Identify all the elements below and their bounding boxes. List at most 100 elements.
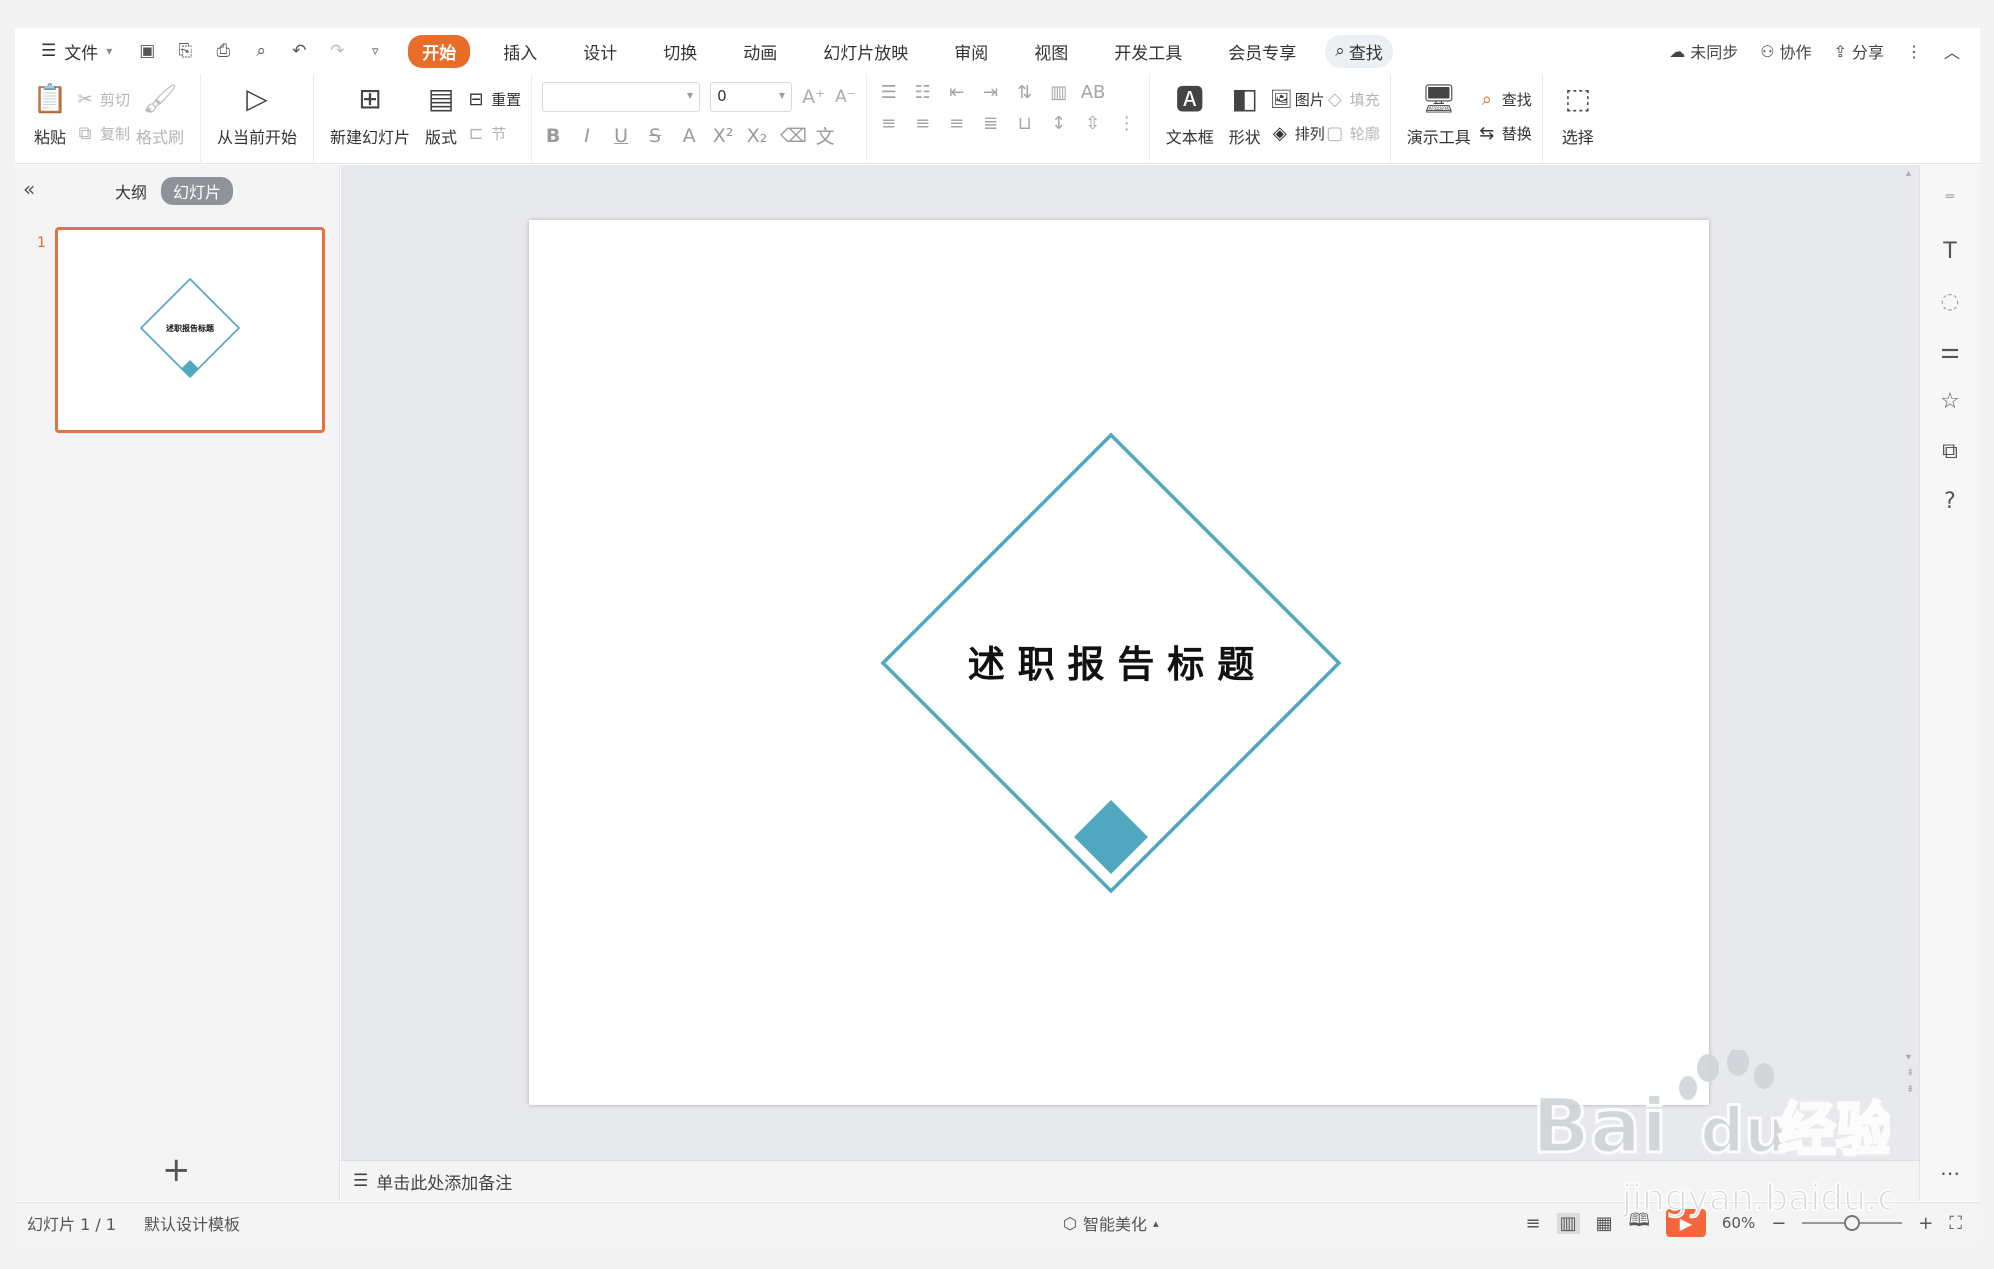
tab-developer[interactable]: 开发工具 <box>1101 35 1195 68</box>
next-page-icon[interactable]: ⇟ <box>1906 1082 1914 1098</box>
format-painter-button[interactable]: 🖌 格式刷 <box>130 78 190 162</box>
collapse-ribbon-icon[interactable]: ︿ <box>1944 39 1960 63</box>
text-style-icon[interactable]: T <box>1943 239 1956 265</box>
new-slide-button[interactable]: ⊞ 新建幻灯片 <box>324 78 416 162</box>
phonetic-icon[interactable]: 文 <box>814 122 836 149</box>
reading-view-icon[interactable]: 🕮 <box>1629 1208 1650 1238</box>
superscript-icon[interactable]: X² <box>712 125 734 147</box>
text-fit-icon[interactable]: AB <box>1081 82 1106 103</box>
tab-design[interactable]: 设计 <box>570 35 630 68</box>
decrease-indent-icon[interactable]: ⇤ <box>945 82 969 103</box>
template-name[interactable]: 默认设计模板 <box>144 1211 240 1235</box>
notes-toggle-icon[interactable]: ≡ <box>1526 1213 1541 1234</box>
tab-member[interactable]: 会员专享 <box>1215 35 1309 68</box>
arrange-button[interactable]: ◈ 排列 <box>1270 120 1325 146</box>
scroll-down-icon[interactable]: ▾ <box>1906 1050 1914 1066</box>
more-vertical-icon[interactable]: ⋮ <box>1906 42 1922 61</box>
paragraph-spacing-icon[interactable]: ⇳ <box>1081 113 1105 134</box>
font-color-icon[interactable]: A <box>678 125 700 147</box>
zoom-slider[interactable] <box>1802 1215 1903 1231</box>
print-icon[interactable]: ⎙ <box>210 38 236 64</box>
tab-outline[interactable]: 大纲 <box>115 179 147 203</box>
idea-bulb-icon[interactable]: ◌ <box>1940 289 1959 315</box>
slide-canvas[interactable]: 述 职 报 告 标 题 <box>529 220 1709 1105</box>
find-button[interactable]: ⌕ 查找 <box>1477 86 1532 112</box>
numbering-icon[interactable]: ☷ <box>911 82 935 103</box>
bullets-icon[interactable]: ☰ <box>877 82 901 103</box>
redo-icon[interactable]: ↷ <box>324 38 350 64</box>
picture-button[interactable]: 🖼 图片 <box>1270 86 1325 112</box>
scroll-up-icon[interactable]: ▴ <box>1906 168 1911 179</box>
settings-sliders-icon[interactable]: ⚌ <box>1940 339 1960 365</box>
tab-slideshow[interactable]: 幻灯片放映 <box>810 35 921 68</box>
sync-button[interactable]: ☁ 未同步 <box>1669 39 1738 63</box>
increase-indent-icon[interactable]: ⇥ <box>979 82 1003 103</box>
align-right-icon[interactable]: ≡ <box>945 113 969 134</box>
section-button[interactable]: ⊏ 节 <box>466 120 521 146</box>
help-icon[interactable]: ? <box>1944 489 1956 515</box>
justify-icon[interactable]: ≣ <box>979 113 1003 134</box>
textbox-button[interactable]: 🅰 文本框 <box>1160 78 1220 162</box>
tab-insert[interactable]: 插入 <box>490 35 550 68</box>
distribute-icon[interactable]: ⊔ <box>1013 113 1037 134</box>
vertical-scrollbar[interactable]: ▴ ▾ ⇞ ⇟ <box>1906 168 1918 1158</box>
paste-button[interactable]: 📋 粘贴 <box>25 78 75 162</box>
outline-button[interactable]: ▢ 轮廓 <box>1325 120 1380 146</box>
columns-icon[interactable]: ▥ <box>1047 82 1071 103</box>
tab-animations[interactable]: 动画 <box>730 35 790 68</box>
notes-pane[interactable]: ☰ 单击此处添加备注 <box>341 1160 1919 1201</box>
export-pdf-icon[interactable]: ⎘ <box>172 38 198 64</box>
tab-transitions[interactable]: 切换 <box>650 35 710 68</box>
share-button[interactable]: ⇪ 分享 <box>1834 39 1884 63</box>
align-left-icon[interactable]: ≡ <box>877 113 901 134</box>
bold-icon[interactable]: B <box>542 125 564 147</box>
copy-button[interactable]: ⧉ 复制 <box>75 120 130 146</box>
tab-review[interactable]: 审阅 <box>941 35 1001 68</box>
more-horizontal-icon[interactable]: ⋯ <box>1940 1161 1960 1185</box>
slide-sorter-icon[interactable]: ▦ <box>1596 1213 1613 1234</box>
shape-button[interactable]: ◧ 形状 <box>1220 78 1270 162</box>
zoom-slider-knob[interactable] <box>1844 1215 1861 1231</box>
slide-title[interactable]: 述 职 报 告 标 题 <box>968 642 1254 686</box>
print-preview-icon[interactable]: ⌕ <box>248 38 274 64</box>
tab-slides[interactable]: 幻灯片 <box>161 177 234 205</box>
prev-page-icon[interactable]: ⇞ <box>1906 1066 1914 1082</box>
line-spacing-icon[interactable]: ↕ <box>1047 113 1071 134</box>
decrease-font-icon[interactable]: A⁻ <box>835 87 856 107</box>
play-slideshow-button[interactable]: ▶ <box>1665 1209 1706 1237</box>
drag-handle-icon[interactable]: ═ <box>1946 189 1954 215</box>
cut-button[interactable]: ✂ 剪切 <box>75 86 130 112</box>
play-from-current-button[interactable]: ▷ 从当前开始 <box>211 78 303 162</box>
underline-icon[interactable]: U <box>610 125 632 147</box>
presentation-tools-button[interactable]: 🖥 演示工具 <box>1401 78 1477 162</box>
fit-window-icon[interactable]: ⛶ <box>1949 1213 1962 1234</box>
font-family-select[interactable] <box>542 82 701 112</box>
tab-home[interactable]: 开始 <box>408 34 471 68</box>
increase-font-icon[interactable]: A⁺ <box>802 86 825 108</box>
collapse-panel-icon[interactable]: « <box>23 177 35 201</box>
replace-button[interactable]: ⇆ 替换 <box>1477 120 1532 146</box>
zoom-level[interactable]: 60% <box>1722 1214 1755 1232</box>
transition-icon[interactable]: ⧉ <box>1942 439 1958 465</box>
add-slide-icon[interactable]: + <box>162 1153 191 1187</box>
reset-button[interactable]: ⊟ 重置 <box>466 86 522 112</box>
eraser-icon[interactable]: ⌫ <box>780 125 807 147</box>
subscript-icon[interactable]: X₂ <box>746 125 768 147</box>
file-menu[interactable]: ☰ 文件 ▾ <box>35 35 118 68</box>
search-command[interactable]: ⌕ 查找 <box>1325 34 1393 68</box>
customize-toolbar-icon[interactable]: ▿ <box>362 38 388 64</box>
fill-button[interactable]: ◇ 填充 <box>1325 86 1380 112</box>
star-animation-icon[interactable]: ☆ <box>1940 389 1960 415</box>
slide-thumbnail[interactable]: 述职报告标题 <box>55 227 325 433</box>
align-text-icon[interactable]: ⋮ <box>1115 113 1139 134</box>
align-center-icon[interactable]: ≡ <box>911 113 935 134</box>
zoom-in-icon[interactable]: + <box>1918 1213 1933 1234</box>
save-icon[interactable]: ▣ <box>134 38 160 64</box>
strikethrough-icon[interactable]: S <box>644 125 666 147</box>
smart-beautify-button[interactable]: ⬡ 智能美化 ▴ <box>1063 1211 1159 1235</box>
italic-icon[interactable]: I <box>576 125 598 147</box>
collab-button[interactable]: ⚇ 协作 <box>1760 39 1811 63</box>
text-direction-icon[interactable]: ⇅ <box>1013 82 1037 103</box>
layout-button[interactable]: ▤ 版式 <box>416 78 466 162</box>
normal-view-icon[interactable]: ▥ <box>1556 1212 1580 1234</box>
